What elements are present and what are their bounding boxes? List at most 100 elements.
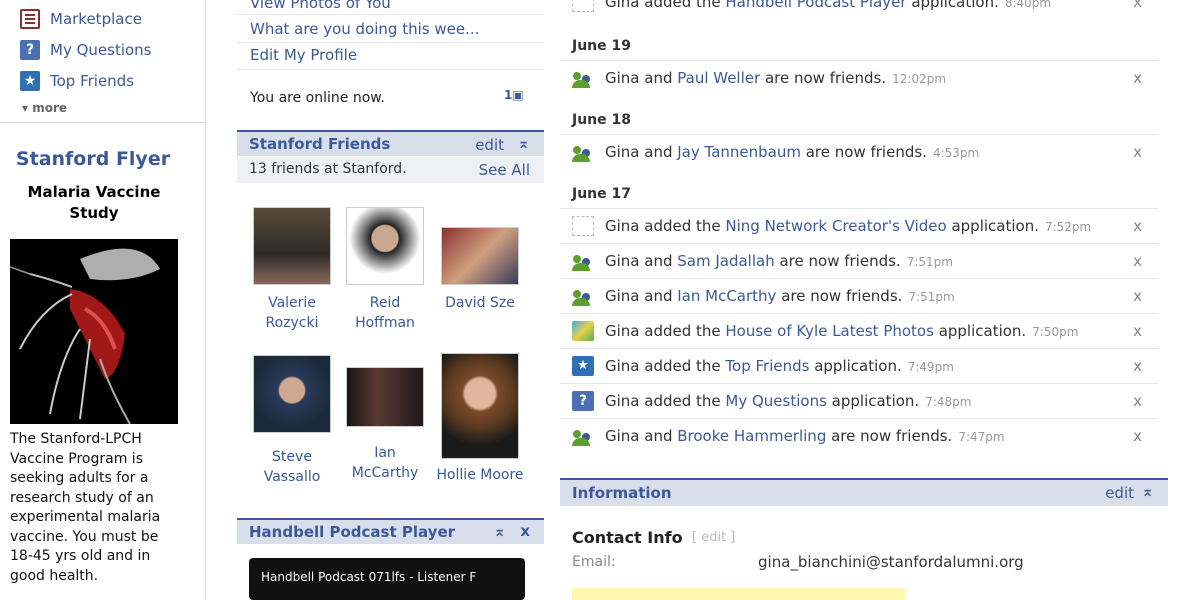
feed-link[interactable]: Ian McCarthy xyxy=(677,287,776,305)
mosquito-image xyxy=(10,239,178,424)
remove-icon[interactable]: x xyxy=(1133,69,1142,87)
star-icon: ★ xyxy=(572,356,594,376)
remove-icon[interactable]: x xyxy=(1133,322,1142,340)
feed-link[interactable]: Ning Network Creator's Video xyxy=(725,217,946,235)
feed-link[interactable]: Paul Weller xyxy=(677,69,760,87)
friend-tile[interactable]: Ian McCarthy xyxy=(340,367,430,483)
podcast-player[interactable]: Handbell Podcast 071lfs - Listener F xyxy=(249,558,525,600)
podcast-box-header: Handbell Podcast Player ⌅ x xyxy=(237,518,544,544)
remove-icon[interactable]: x xyxy=(1133,143,1142,161)
friends-count: 13 friends at Stanford. xyxy=(249,161,407,177)
friends-subheader: 13 friends at Stanford. See All xyxy=(237,157,544,183)
feed-item: Gina added the House of Kyle Latest Phot… xyxy=(560,313,1158,349)
edit-profile-link[interactable]: Edit My Profile xyxy=(250,46,357,64)
friend-tile[interactable]: David Sze xyxy=(435,227,525,313)
feed-link[interactable]: Handbell Podcast Player xyxy=(725,0,906,11)
close-icon[interactable]: x xyxy=(520,522,530,540)
feed-time: 7:51pm xyxy=(908,290,955,304)
feed-link[interactable]: House of Kyle Latest Photos xyxy=(725,322,934,340)
status-update-link[interactable]: What are you doing this wee... xyxy=(250,20,479,38)
feed-time: 4:53pm xyxy=(932,146,980,160)
friend-name[interactable]: Valerie xyxy=(268,295,316,311)
feed-date: June 17 xyxy=(572,186,631,202)
friend-name[interactable]: Hoffman xyxy=(355,315,415,331)
feed-item: Gina and Ian McCarthy are now friends. 7:… xyxy=(560,278,1158,314)
remove-icon[interactable]: x xyxy=(1133,427,1142,445)
friend-name[interactable]: Steve xyxy=(272,449,312,465)
friend-name[interactable]: Vassallo xyxy=(264,469,321,485)
remove-icon[interactable]: x xyxy=(1133,357,1142,375)
friend-name[interactable]: David Sze xyxy=(445,295,515,311)
divider xyxy=(237,69,544,70)
friend-tile[interactable]: Steve Vassallo xyxy=(247,355,337,487)
sidebar-item-my-questions[interactable]: ? My Questions xyxy=(20,39,152,61)
sidebar-item-label: Top Friends xyxy=(50,72,135,90)
feed-link[interactable]: Brooke Hammerling xyxy=(677,427,826,445)
collapse-icon[interactable]: ⌅ xyxy=(493,522,506,540)
friend-name[interactable]: Ian xyxy=(374,445,396,461)
friend-tile[interactable]: Hollie Moore xyxy=(435,353,525,485)
feed-text: Gina added the My Questions application.… xyxy=(605,392,972,410)
chat-icon[interactable]: 1▣ xyxy=(504,88,524,102)
friend-photo[interactable] xyxy=(346,367,424,427)
email-value: gina_bianchini@stanfordalumni.org xyxy=(758,553,1024,571)
sidebar-item-label: Marketplace xyxy=(50,10,142,28)
view-photos-link[interactable]: View Photos of You xyxy=(250,0,391,12)
collapse-icon[interactable]: ⌅ xyxy=(517,134,530,152)
friend-photo[interactable] xyxy=(253,355,331,433)
friend-photo[interactable] xyxy=(253,207,331,285)
feed-text: Gina added the Top Friends application. 7… xyxy=(605,357,954,375)
friend-tile[interactable]: Reid Hoffman xyxy=(340,207,430,333)
remove-icon[interactable]: x xyxy=(1133,252,1142,270)
feed-text: Gina and Jay Tannenbaum are now friends.… xyxy=(605,143,980,161)
feed-text: Gina added the House of Kyle Latest Phot… xyxy=(605,322,1079,340)
friend-name[interactable]: Hollie Moore xyxy=(436,467,523,483)
blank-app-icon xyxy=(572,0,594,12)
feed-date: June 18 xyxy=(572,112,631,128)
flyer-image[interactable] xyxy=(10,239,178,424)
online-status: You are online now. xyxy=(250,90,385,106)
friend-name[interactable]: Rozycki xyxy=(266,315,319,331)
feed-text: Gina added the Ning Network Creator's Vi… xyxy=(605,217,1092,235)
feed-link[interactable]: My Questions xyxy=(725,392,827,410)
more-link[interactable]: ▾ more xyxy=(22,101,67,115)
friend-photo[interactable] xyxy=(346,207,424,285)
feed-time: 7:49pm xyxy=(907,360,954,374)
box-title[interactable]: Handbell Podcast Player xyxy=(249,523,455,541)
information-title[interactable]: Information xyxy=(572,484,672,502)
friend-tile[interactable]: Valerie Rozycki xyxy=(247,207,337,333)
stanford-flyer-ad[interactable]: Stanford Flyer Malaria Vaccine Study The… xyxy=(0,148,186,600)
sidebar-item-top-friends[interactable]: ★ Top Friends xyxy=(20,70,134,92)
information-header: Information edit ⌅ xyxy=(560,478,1168,506)
friend-photo[interactable] xyxy=(441,353,519,459)
flyer-title[interactable]: Stanford Flyer xyxy=(0,148,186,170)
remove-icon[interactable]: x xyxy=(1133,217,1142,235)
feed-item: Gina and Paul Weller are now friends. 12:… xyxy=(560,60,1158,96)
question-icon: ? xyxy=(20,40,40,60)
feed-time: 8:40pm xyxy=(1004,0,1052,10)
photos-app-icon xyxy=(572,321,594,341)
edit-link[interactable]: edit xyxy=(1105,484,1134,502)
friend-name[interactable]: Reid xyxy=(370,295,401,311)
feed-link[interactable]: Top Friends xyxy=(725,357,809,375)
friend-photo[interactable] xyxy=(441,227,519,285)
stanford-friends-header: Stanford Friends edit ⌅ xyxy=(237,130,544,156)
friend-name[interactable]: McCarthy xyxy=(352,465,419,481)
contact-edit-link[interactable]: [ edit ] xyxy=(692,530,735,545)
remove-icon[interactable]: x xyxy=(1133,287,1142,305)
remove-icon[interactable]: x xyxy=(1133,0,1142,11)
collapse-icon[interactable]: ⌅ xyxy=(1141,482,1154,500)
feed-item: ? Gina added the My Questions applicatio… xyxy=(560,383,1158,419)
feed-date: June 19 xyxy=(572,38,631,54)
edit-link[interactable]: edit xyxy=(475,136,504,154)
remove-icon[interactable]: x xyxy=(1133,392,1142,410)
flyer-body: The Stanford-LPCH Vaccine Program is see… xyxy=(10,431,161,584)
feed-item: Gina added the Ning Network Creator's Vi… xyxy=(560,208,1158,244)
box-title[interactable]: Stanford Friends xyxy=(249,135,390,153)
feed-item: Gina and Brooke Hammerling are now frien… xyxy=(560,418,1158,454)
feed-link[interactable]: Jay Tannenbaum xyxy=(677,143,801,161)
feed-link[interactable]: Sam Jadallah xyxy=(677,252,774,270)
flyer-headline[interactable]: Malaria Vaccine Study xyxy=(6,182,182,224)
sidebar-item-marketplace[interactable]: Marketplace xyxy=(20,8,142,30)
see-all-link[interactable]: See All xyxy=(479,161,530,179)
